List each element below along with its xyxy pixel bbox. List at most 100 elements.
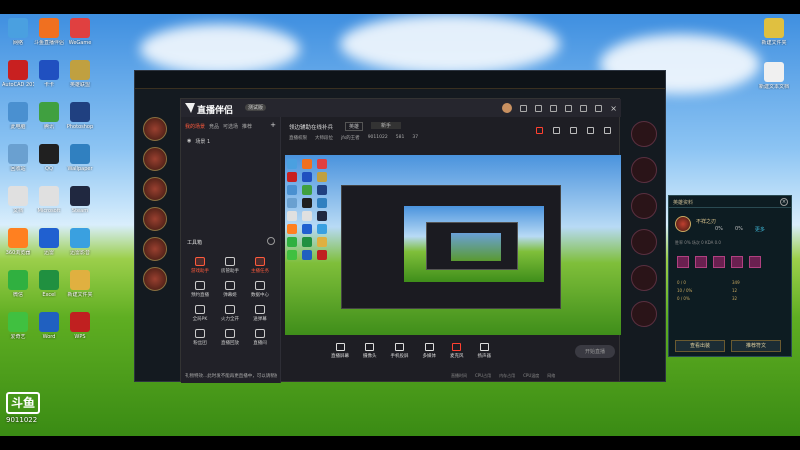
- desktop-icon[interactable]: 文档: [2, 186, 34, 214]
- rune-icon[interactable]: [731, 256, 743, 268]
- tool-item[interactable]: 弹幕姬: [215, 281, 245, 298]
- ban-slot[interactable]: [631, 157, 657, 183]
- desktop-icon[interactable]: 网络: [2, 18, 34, 46]
- avatar[interactable]: [502, 103, 513, 113]
- close-icon[interactable]: ×: [780, 198, 788, 206]
- rune-icon[interactable]: [713, 256, 725, 268]
- camera-button[interactable]: 摄像头: [363, 343, 377, 359]
- message-icon[interactable]: [520, 104, 528, 112]
- desktop-icon[interactable]: Microsoft: [33, 186, 65, 214]
- tool-item[interactable]: 预约直播: [185, 281, 215, 298]
- minimize-icon[interactable]: [580, 104, 588, 112]
- ban-slot[interactable]: [631, 301, 657, 327]
- desktop-icon[interactable]: 腾讯: [33, 102, 65, 130]
- watermark: 斗鱼 9011022: [6, 392, 56, 424]
- tool-item[interactable]: 游戏助手: [185, 257, 215, 274]
- room-title[interactable]: 领边辅助在线补兵: [289, 123, 333, 131]
- tab-2[interactable]: 竞品: [209, 123, 219, 130]
- desktop-icon[interactable]: 迅雷影音: [64, 228, 96, 256]
- more-link[interactable]: 更多: [755, 226, 765, 233]
- eye-icon[interactable]: ◉: [187, 138, 191, 145]
- tool-item[interactable]: 直播间: [245, 329, 275, 346]
- subcategory-select[interactable]: 新手: [371, 122, 402, 129]
- desktop-icon[interactable]: 英雄联盟: [64, 60, 96, 88]
- close-icon[interactable]: ×: [610, 104, 617, 112]
- screenshot-icon[interactable]: [570, 127, 577, 134]
- tool-item[interactable]: 数据中心: [245, 281, 275, 298]
- desktop-icon[interactable]: 迅雷: [33, 228, 65, 256]
- phone-cast-button[interactable]: 手机投屏: [391, 343, 409, 359]
- tab-my-scenes[interactable]: 我的场景: [185, 123, 205, 130]
- champion-portrait[interactable]: [143, 237, 167, 261]
- skin-icon[interactable]: [535, 104, 543, 112]
- maximize-icon[interactable]: [595, 104, 603, 112]
- tool-label: 全局PK: [192, 317, 208, 322]
- gift-icon[interactable]: [536, 127, 543, 134]
- tool-item[interactable]: 火力全开: [215, 305, 245, 322]
- desktop-icon[interactable]: 新建文件夹: [758, 18, 790, 46]
- toolbox-header: 工具箱: [187, 237, 275, 246]
- tool-item[interactable]: 直播回放: [215, 329, 245, 346]
- screen-capture-button[interactable]: 直播屏幕: [331, 343, 349, 359]
- app-badge[interactable]: 测试版: [245, 104, 267, 111]
- desktop-icon[interactable]: Wallpaper: [64, 144, 96, 172]
- desktop-icon[interactable]: 新建文本文档: [758, 62, 790, 90]
- menu-icon[interactable]: [565, 104, 573, 112]
- desktop-icon[interactable]: WeGame: [64, 18, 96, 46]
- microphone-button[interactable]: 麦克风: [450, 343, 464, 359]
- scene-item[interactable]: ◉ 场景 1: [181, 136, 280, 147]
- desktop-icon[interactable]: AutoCAD 2014: [2, 60, 34, 88]
- desktop-icon[interactable]: Word: [33, 312, 65, 340]
- desktop-icon-label: 此电脑: [10, 124, 26, 130]
- rune-icon[interactable]: [677, 256, 689, 268]
- champion-portrait[interactable]: [143, 117, 167, 141]
- champion-portrait[interactable]: [143, 207, 167, 231]
- rune-icon[interactable]: [749, 256, 761, 268]
- tool-item[interactable]: 粉丝团: [185, 329, 215, 346]
- desktop-icon[interactable]: 卡卡: [33, 60, 65, 88]
- desktop-icon[interactable]: Steam: [64, 186, 96, 214]
- preview-icon: [287, 211, 297, 221]
- bell-icon[interactable]: [587, 127, 594, 134]
- ban-slot[interactable]: [631, 265, 657, 291]
- tab-3[interactable]: 可选场: [223, 123, 238, 130]
- media-button[interactable]: 多媒体: [423, 343, 436, 359]
- tool-item[interactable]: 房管助手: [215, 257, 245, 274]
- lock-icon[interactable]: [553, 127, 560, 134]
- ban-slot[interactable]: [631, 193, 657, 219]
- champion-portrait[interactable]: [143, 267, 167, 291]
- desktop-icon[interactable]: 新建文件夹: [64, 270, 96, 298]
- stream-preview[interactable]: [285, 155, 621, 335]
- desktop-icon[interactable]: Photoshop: [64, 102, 96, 130]
- settings-icon[interactable]: [550, 104, 558, 112]
- category-tag[interactable]: 英雄: [345, 122, 364, 131]
- more-icon[interactable]: [267, 237, 275, 245]
- start-stream-button[interactable]: 开始直播: [574, 344, 615, 358]
- app-titlebar: 直播伴侣 测试版 ×: [181, 99, 621, 117]
- desktop-icon[interactable]: 爱奇艺: [2, 312, 34, 340]
- desktop-icon[interactable]: 斗鱼直播伴侣: [33, 18, 65, 46]
- add-tab-icon[interactable]: +: [270, 122, 276, 130]
- rune-icon[interactable]: [695, 256, 707, 268]
- recommend-rune-button[interactable]: 推荐符文: [731, 340, 781, 352]
- source-toolbar: 直播屏幕 摄像头 手机投屏 多媒体 麦克风 扬声器 开始直播: [285, 337, 621, 365]
- desktop-icon[interactable]: 微信: [2, 270, 34, 298]
- champion-portrait[interactable]: [143, 177, 167, 201]
- tool-item[interactable]: 全局PK: [185, 305, 215, 322]
- share-icon[interactable]: [604, 127, 611, 134]
- view-build-button[interactable]: 查看出装: [675, 340, 725, 352]
- ban-slot[interactable]: [631, 229, 657, 255]
- desktop-icon[interactable]: WPS: [64, 312, 96, 340]
- speaker-button[interactable]: 扬声器: [478, 343, 491, 359]
- desktop-icon[interactable]: Excel: [33, 270, 65, 298]
- ban-slot[interactable]: [631, 121, 657, 147]
- tool-item[interactable]: 主播任务: [245, 257, 275, 274]
- tool-item[interactable]: 送弹幕: [245, 305, 275, 322]
- desktop-icon[interactable]: QQ: [33, 144, 65, 172]
- tab-4[interactable]: 推荐: [242, 123, 252, 130]
- champion-portrait[interactable]: [143, 147, 167, 171]
- preview-icon: [302, 211, 312, 221]
- desktop-icon[interactable]: 360浏览器: [2, 228, 34, 256]
- desktop-icon[interactable]: 回收站: [2, 144, 34, 172]
- desktop-icon[interactable]: 此电脑: [2, 102, 34, 130]
